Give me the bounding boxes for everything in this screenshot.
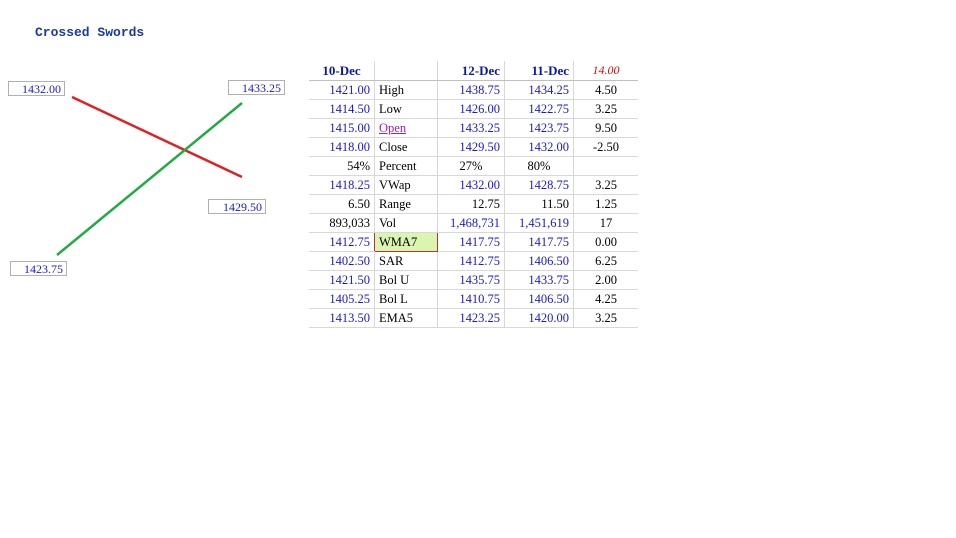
cell: 1406.50 xyxy=(504,289,574,309)
row-label: Range xyxy=(374,194,438,214)
cell: 1418.00 xyxy=(309,137,375,157)
cell: 1433.25 xyxy=(437,118,505,138)
table-row: 1402.50 SAR 1412.75 1406.50 6.25 xyxy=(309,251,638,271)
table-row: 1421.50 Bol U 1435.75 1433.75 2.00 xyxy=(309,270,638,290)
selected-cell-wma7[interactable]: WMA7 xyxy=(374,232,438,252)
cell: 1422.75 xyxy=(504,99,574,119)
cell: 1415.00 xyxy=(309,118,375,138)
table-header-row: 10-Dec 12-Dec 11-Dec 14.00 xyxy=(309,61,638,81)
cell: 1432.00 xyxy=(504,137,574,157)
table-row: 1413.50 EMA5 1423.25 1420.00 3.25 xyxy=(309,308,638,328)
green-line xyxy=(56,102,243,256)
table-row: 6.50 Range 12.75 11.50 1.25 xyxy=(309,194,638,214)
row-label: Close xyxy=(374,137,438,157)
cell: 1412.75 xyxy=(309,232,375,252)
cell: 1428.75 xyxy=(504,175,574,195)
crossed-swords-diagram xyxy=(56,95,243,256)
table-row: 1415.00 Open 1433.25 1423.75 9.50 xyxy=(309,118,638,138)
table-row: 1405.25 Bol L 1410.75 1406.50 4.25 xyxy=(309,289,638,309)
red-line-start-label: 1432.00 xyxy=(8,81,65,96)
table-row: 1418.25 VWap 1432.00 1428.75 3.25 xyxy=(309,175,638,195)
table-row: 1414.50 Low 1426.00 1422.75 3.25 xyxy=(309,99,638,119)
cell: 27% xyxy=(437,156,505,176)
cell: 9.50 xyxy=(573,118,638,138)
cell: 1412.75 xyxy=(437,251,505,271)
table-row: 1418.00 Close 1429.50 1432.00 -2.50 xyxy=(309,137,638,157)
cell: -2.50 xyxy=(573,137,638,157)
header-10-dec: 10-Dec xyxy=(309,61,375,81)
open-link[interactable]: Open xyxy=(379,121,406,135)
row-label: EMA5 xyxy=(374,308,438,328)
header-label-col xyxy=(374,61,438,81)
row-label: High xyxy=(374,80,438,100)
cell: 1417.75 xyxy=(437,232,505,252)
cell: 1432.00 xyxy=(437,175,505,195)
cell: 1417.75 xyxy=(504,232,574,252)
cell: 1420.00 xyxy=(504,308,574,328)
green-line-start-label: 1423.75 xyxy=(10,261,67,276)
header-12-dec: 12-Dec xyxy=(437,61,505,81)
cell: 3.25 xyxy=(573,175,638,195)
cell: 1402.50 xyxy=(309,251,375,271)
cell: 1414.50 xyxy=(309,99,375,119)
cell: 4.50 xyxy=(573,80,638,100)
header-11-dec: 11-Dec xyxy=(504,61,574,81)
cell: 1421.00 xyxy=(309,80,375,100)
cell: 80% xyxy=(504,156,574,176)
cell: 12.75 xyxy=(437,194,505,214)
cell: 4.25 xyxy=(573,289,638,309)
cell: 1435.75 xyxy=(437,270,505,290)
cell: 1426.00 xyxy=(437,99,505,119)
cell: 6.25 xyxy=(573,251,638,271)
cell: 17 xyxy=(573,213,638,233)
row-label: Bol L xyxy=(374,289,438,309)
row-label: Percent xyxy=(374,156,438,176)
cell: 1413.50 xyxy=(309,308,375,328)
cell: 893,033 xyxy=(309,213,375,233)
cell: 1423.75 xyxy=(504,118,574,138)
cell: 1410.75 xyxy=(437,289,505,309)
row-label: Bol U xyxy=(374,270,438,290)
cell: 6.50 xyxy=(309,194,375,214)
cell: 1423.25 xyxy=(437,308,505,328)
cell: 54% xyxy=(309,156,375,176)
cell: 1.25 xyxy=(573,194,638,214)
price-table: 10-Dec 12-Dec 11-Dec 14.00 1421.00 High … xyxy=(309,61,638,328)
cell: 0.00 xyxy=(573,232,638,252)
cell: 1421.50 xyxy=(309,270,375,290)
red-line xyxy=(71,95,243,179)
cell: 1433.75 xyxy=(504,270,574,290)
header-diff: 14.00 xyxy=(573,61,638,81)
red-line-end-label: 1429.50 xyxy=(208,199,266,214)
cell: 1434.25 xyxy=(504,80,574,100)
cell: 1405.25 xyxy=(309,289,375,309)
cell: 1438.75 xyxy=(437,80,505,100)
cell xyxy=(573,156,638,176)
cell: 1406.50 xyxy=(504,251,574,271)
cell: 3.25 xyxy=(573,99,638,119)
cell: 1418.25 xyxy=(309,175,375,195)
cell: 1,468,731 xyxy=(437,213,505,233)
row-label: Low xyxy=(374,99,438,119)
cell: 1,451,619 xyxy=(504,213,574,233)
cell: 11.50 xyxy=(504,194,574,214)
table-row: 54% Percent 27% 80% xyxy=(309,156,638,176)
cell: 1429.50 xyxy=(437,137,505,157)
table-row: 1421.00 High 1438.75 1434.25 4.50 xyxy=(309,80,638,100)
green-line-end-label: 1433.25 xyxy=(228,80,285,95)
row-label: VWap xyxy=(374,175,438,195)
cell: 3.25 xyxy=(573,308,638,328)
table-row: 893,033 Vol 1,468,731 1,451,619 17 xyxy=(309,213,638,233)
row-label: SAR xyxy=(374,251,438,271)
table-row: 1412.75 WMA7 1417.75 1417.75 0.00 xyxy=(309,232,638,252)
cell: 2.00 xyxy=(573,270,638,290)
row-label: Vol xyxy=(374,213,438,233)
